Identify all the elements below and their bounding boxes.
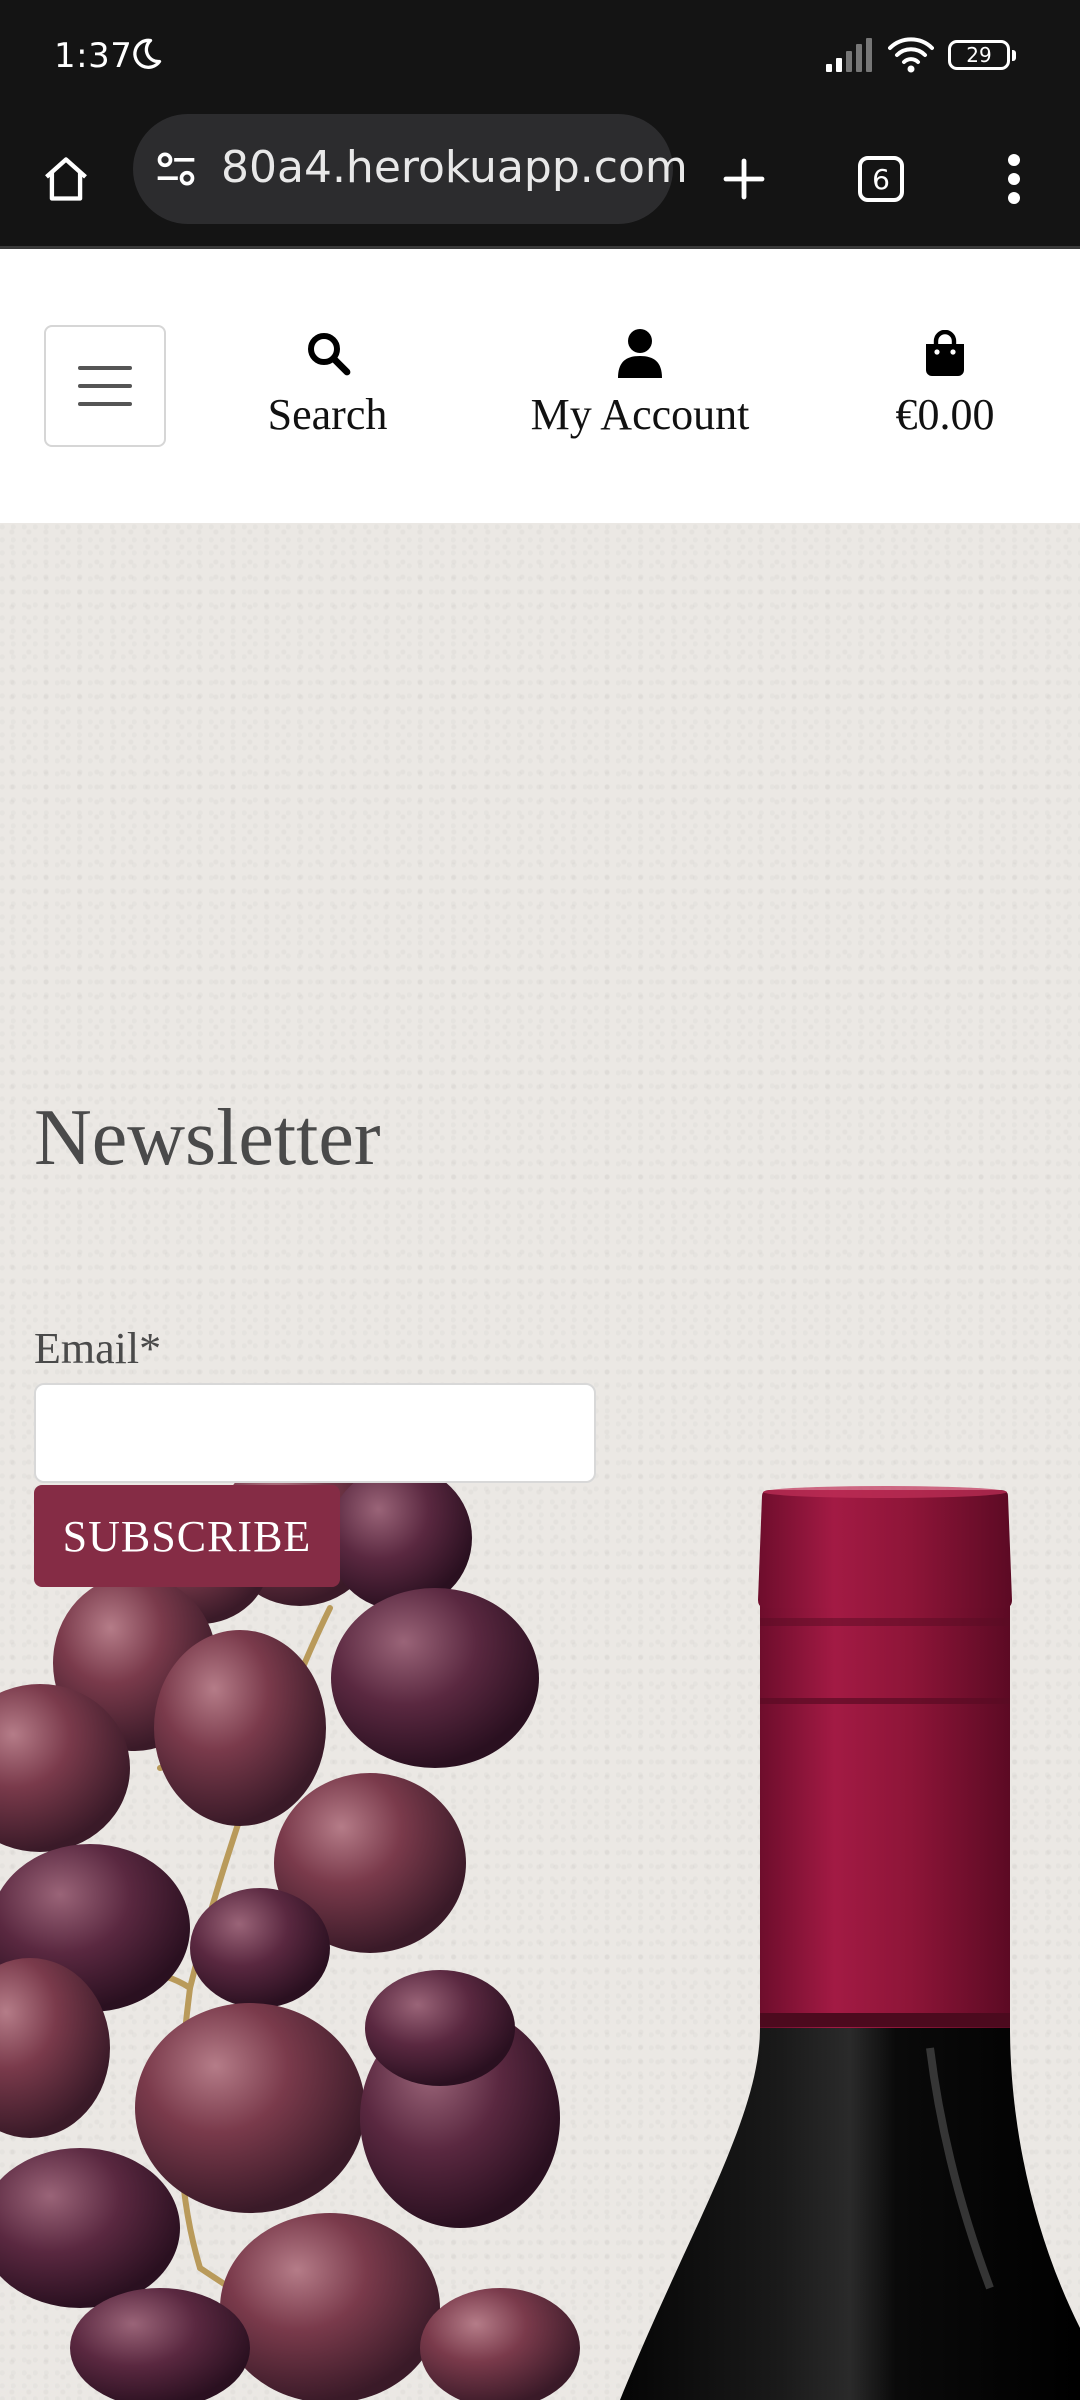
nav-cart[interactable]: €0.00: [875, 327, 1015, 440]
newsletter-title: Newsletter: [34, 1094, 381, 1182]
cart-total: €0.00: [895, 390, 995, 439]
email-label: Email*: [34, 1324, 162, 1373]
url-text: 80a4.herokuapp.com: [221, 142, 688, 193]
browser-toolbar: 80a4.herokuapp.com 6: [0, 114, 1080, 246]
newsletter-hero: Newsletter Email* SUBSCRIBE: [0, 523, 1080, 2400]
wifi-icon: [888, 37, 934, 73]
hamburger-icon: [78, 402, 132, 406]
hamburger-icon: [78, 366, 132, 370]
tab-switcher-button[interactable]: 6: [845, 143, 917, 215]
site-settings-icon: [157, 152, 195, 186]
more-vert-icon: [1008, 154, 1020, 204]
subscribe-button[interactable]: SUBSCRIBE: [34, 1485, 340, 1587]
user-icon: [618, 329, 662, 378]
address-bar[interactable]: 80a4.herokuapp.com: [133, 114, 688, 224]
home-icon: [45, 157, 87, 201]
nav-account-label: My Account: [530, 390, 750, 439]
nav-search-label: Search: [267, 390, 388, 439]
battery-icon: 29: [948, 40, 1016, 70]
tabs-icon: 6: [858, 156, 904, 202]
shopping-bag-icon: [926, 330, 964, 376]
status-bar: 1:37 29: [0, 0, 1080, 114]
grapes-image: [0, 1468, 580, 2400]
email-field[interactable]: [34, 1383, 596, 1483]
new-tab-button[interactable]: [708, 143, 780, 215]
moon-icon: [133, 38, 162, 69]
hamburger-icon: [78, 384, 132, 388]
status-time: 1:37: [54, 36, 133, 76]
plus-icon: [723, 158, 765, 200]
wine-bottle-image: [620, 1486, 1080, 2400]
search-icon: [307, 333, 350, 376]
browser-menu-button[interactable]: [978, 143, 1050, 215]
signal-icon: [826, 38, 872, 72]
nav-search[interactable]: Search: [255, 327, 400, 440]
nav-my-account[interactable]: My Account: [505, 327, 775, 440]
site-header: Search My Account €0.00: [0, 249, 1080, 523]
home-button[interactable]: [30, 143, 102, 215]
hamburger-menu-button[interactable]: [44, 325, 166, 447]
